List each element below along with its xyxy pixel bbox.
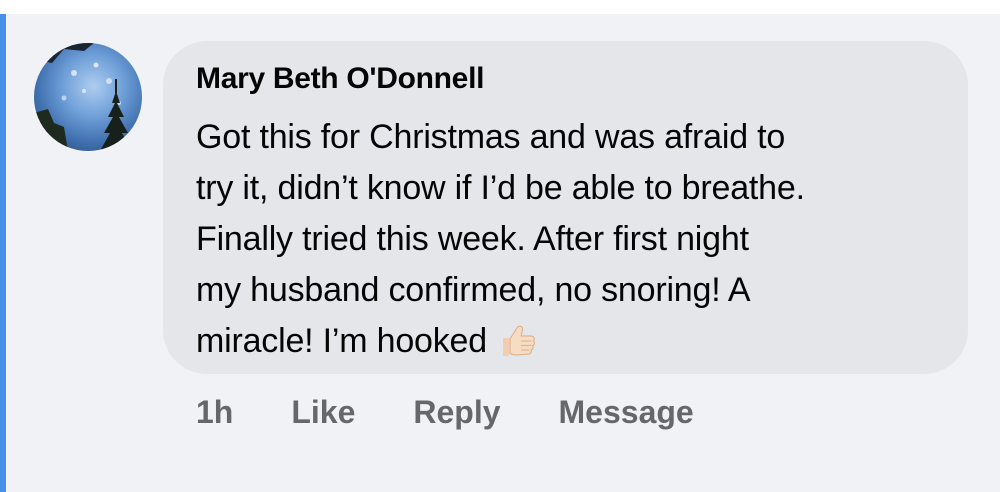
thread-accent-bar xyxy=(0,14,6,492)
like-button[interactable]: Like xyxy=(291,394,355,431)
comment-timestamp[interactable]: 1h xyxy=(196,394,233,431)
top-divider xyxy=(0,0,1000,14)
comment-line: Finally tried this week. After first nig… xyxy=(196,220,749,258)
comment-text: Got this for Christmas and was afraid to… xyxy=(196,112,956,367)
comment-author-name[interactable]: Mary Beth O'Donnell xyxy=(196,62,484,96)
avatar-image xyxy=(34,43,132,151)
comment-line-text: miracle! I’m hooked xyxy=(196,322,487,360)
comment-line: Got this for Christmas and was afraid to xyxy=(196,118,786,156)
comment-actions: 1h Like Reply Message xyxy=(196,392,694,432)
comment-line: my husband confirmed, no snoring! A xyxy=(196,271,751,309)
avatar[interactable] xyxy=(34,43,142,151)
comment-line: try it, didn’t know if I’d be able to br… xyxy=(196,169,805,207)
reply-button[interactable]: Reply xyxy=(413,394,500,431)
message-button[interactable]: Message xyxy=(559,394,694,431)
thumbs-up-icon xyxy=(497,320,537,360)
comment-line-last: miracle! I’m hooked xyxy=(196,316,956,367)
